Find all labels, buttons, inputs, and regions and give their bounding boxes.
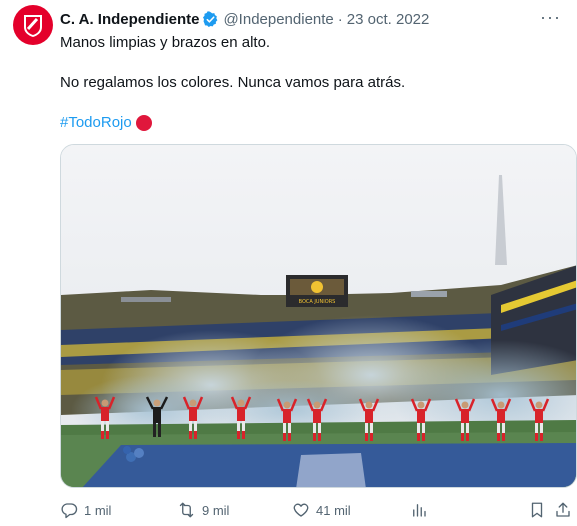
hashtag-link[interactable]: #TodoRojo	[60, 113, 132, 133]
like-button[interactable]: 41 mil	[292, 501, 351, 519]
reply-icon	[61, 503, 78, 519]
red-circle-icon	[135, 115, 152, 131]
author-handle[interactable]: @Independiente	[223, 11, 333, 28]
views-button[interactable]	[410, 501, 428, 519]
bookmark-button[interactable]	[528, 501, 546, 519]
tweet-date[interactable]: 23 oct. 2022	[347, 11, 430, 28]
tweet-text: Manos limpias y brazos en alto. No regal…	[60, 33, 560, 133]
heart-icon	[293, 503, 309, 517]
tweet-actions: 1 mil 9 mil 41 mil	[60, 498, 570, 522]
avatar[interactable]	[13, 5, 53, 45]
tweet-photo[interactable]: BOCA JUNIORS	[60, 144, 577, 488]
retweet-icon	[179, 502, 194, 518]
reply-count: 1 mil	[84, 502, 112, 518]
separator-dot: ·	[337, 10, 343, 28]
tweet-line-2: No regalamos los colores. Nunca vamos pa…	[60, 74, 406, 91]
more-options-icon[interactable]: ···	[540, 7, 561, 28]
retweet-count: 9 mil	[202, 502, 230, 518]
share-icon	[556, 502, 570, 517]
views-icon	[413, 504, 426, 517]
bookmark-icon	[531, 502, 543, 518]
tweet-line-1: Manos limpias y brazos en alto.	[60, 34, 271, 51]
share-button[interactable]	[554, 501, 572, 519]
verified-badge-icon	[202, 10, 219, 28]
reply-button[interactable]: 1 mil	[60, 501, 111, 519]
club-crest-icon	[24, 15, 42, 37]
author-name[interactable]: C. A. Independiente	[60, 11, 199, 28]
hashtag-line: #TodoRojo	[60, 113, 560, 133]
like-count: 41 mil	[316, 502, 351, 518]
retweet-button[interactable]: 9 mil	[177, 501, 229, 519]
tweet-header: C. A. Independiente @Independiente · 23 …	[60, 7, 567, 29]
